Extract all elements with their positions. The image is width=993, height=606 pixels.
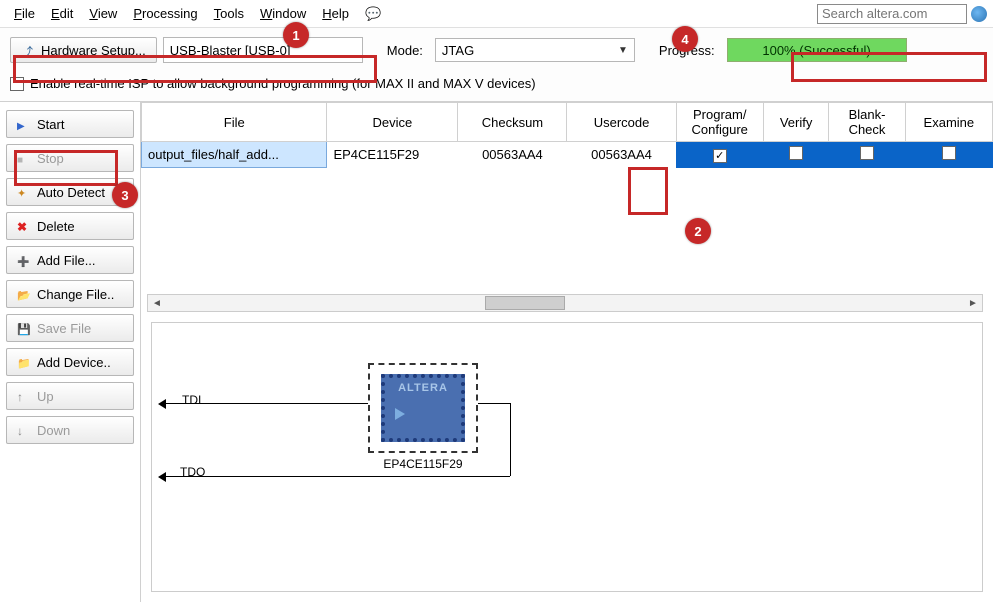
- tdo-arrow-icon: [158, 472, 166, 482]
- menu-help[interactable]: Help: [314, 3, 357, 24]
- cell-checksum: 00563AA4: [458, 142, 567, 168]
- change-file-label: Change File..: [37, 287, 114, 302]
- scroll-left-icon[interactable]: ◄: [148, 298, 166, 309]
- chevron-down-icon: ▼: [618, 45, 628, 56]
- add-device-label: Add Device..: [37, 355, 111, 370]
- hardware-setup-button[interactable]: Hardware Setup...: [10, 37, 157, 63]
- device-grid: File Device Checksum Usercode Program/ C…: [141, 102, 993, 168]
- up-label: Up: [37, 389, 54, 404]
- tdi-label: TDI: [182, 393, 201, 407]
- main-area: Start Stop Auto Detect Delete Add File..…: [0, 102, 993, 602]
- add-file-icon: [17, 253, 31, 267]
- stop-icon: [17, 151, 31, 165]
- autodetect-icon: [17, 185, 31, 199]
- right-pane: File Device Checksum Usercode Program/ C…: [140, 102, 993, 602]
- realtime-isp-row: Enable real-time ISP to allow background…: [0, 72, 993, 102]
- table-row[interactable]: output_files/half_add... EP4CE115F29 005…: [142, 142, 993, 168]
- jtag-chain-view: TDI TDO ALTERA EP4CE115F29: [151, 322, 983, 592]
- delete-button[interactable]: Delete: [6, 212, 134, 240]
- cell-examine[interactable]: [905, 142, 992, 168]
- programmer-toolbar: Hardware Setup... USB-Blaster [USB-0] Mo…: [0, 28, 993, 72]
- save-file-button[interactable]: Save File: [6, 314, 134, 342]
- mode-dropdown[interactable]: JTAG ▼: [435, 38, 635, 62]
- help-icon[interactable]: 💬: [357, 3, 389, 25]
- mode-label: Mode:: [387, 43, 423, 58]
- up-button[interactable]: Up: [6, 382, 134, 410]
- mode-value: JTAG: [442, 43, 474, 58]
- realtime-isp-label: Enable real-time ISP to allow background…: [30, 76, 536, 91]
- cell-program[interactable]: [676, 142, 763, 168]
- chip-brand: ALTERA: [385, 382, 461, 394]
- col-checksum[interactable]: Checksum: [458, 103, 567, 142]
- delete-icon: [17, 219, 31, 233]
- scroll-track[interactable]: [166, 295, 964, 311]
- globe-icon[interactable]: [971, 6, 987, 22]
- grid-header-row: File Device Checksum Usercode Program/ C…: [142, 103, 993, 142]
- col-verify[interactable]: Verify: [763, 103, 828, 142]
- tdi-arrow-icon: [158, 399, 166, 409]
- col-blank[interactable]: Blank- Check: [829, 103, 905, 142]
- add-file-label: Add File...: [37, 253, 96, 268]
- hardware-value-text: USB-Blaster [USB-0]: [170, 43, 291, 58]
- hardware-value-field[interactable]: USB-Blaster [USB-0]: [163, 37, 363, 63]
- menu-bar: File Edit View Processing Tools Window H…: [0, 0, 993, 28]
- menu-view[interactable]: View: [81, 3, 125, 24]
- auto-detect-label: Auto Detect: [37, 185, 105, 200]
- blank-checkbox[interactable]: [860, 146, 874, 160]
- col-usercode[interactable]: Usercode: [567, 103, 676, 142]
- menu-tools[interactable]: Tools: [206, 3, 252, 24]
- col-file[interactable]: File: [142, 103, 327, 142]
- col-program[interactable]: Program/ Configure: [676, 103, 763, 142]
- program-checkbox[interactable]: [713, 149, 727, 163]
- start-button[interactable]: Start: [6, 110, 134, 138]
- down-label: Down: [37, 423, 70, 438]
- add-device-button[interactable]: Add Device..: [6, 348, 134, 376]
- verify-checkbox[interactable]: [789, 146, 803, 160]
- cell-blank[interactable]: [829, 142, 905, 168]
- change-file-button[interactable]: Change File..: [6, 280, 134, 308]
- up-icon: [17, 389, 31, 403]
- menu-file[interactable]: File: [6, 3, 43, 24]
- progress-text: 100% (Successful): [762, 43, 870, 58]
- change-file-icon: [17, 287, 31, 301]
- progress-label: Progress:: [659, 43, 715, 58]
- chip-triangle-icon: [395, 408, 405, 420]
- horizontal-scrollbar[interactable]: ◄ ►: [147, 294, 983, 312]
- menu-window[interactable]: Window: [252, 3, 314, 24]
- cell-verify[interactable]: [763, 142, 828, 168]
- scroll-right-icon[interactable]: ►: [964, 298, 982, 309]
- start-label: Start: [37, 117, 64, 132]
- cell-device: EP4CE115F29: [327, 142, 458, 168]
- save-file-icon: [17, 321, 31, 335]
- add-file-button[interactable]: Add File...: [6, 246, 134, 274]
- play-icon: [17, 117, 31, 131]
- stop-button[interactable]: Stop: [6, 144, 134, 172]
- cell-usercode: 00563AA4: [567, 142, 676, 168]
- col-device[interactable]: Device: [327, 103, 458, 142]
- chip-device-label: EP4CE115F29: [368, 457, 478, 471]
- down-button[interactable]: Down: [6, 416, 134, 444]
- side-button-panel: Start Stop Auto Detect Delete Add File..…: [0, 102, 140, 602]
- examine-checkbox[interactable]: [942, 146, 956, 160]
- hardware-setup-label: Hardware Setup...: [41, 43, 146, 58]
- realtime-isp-checkbox[interactable]: [10, 77, 24, 91]
- hardware-icon: [21, 43, 35, 57]
- stop-label: Stop: [37, 151, 64, 166]
- progress-indicator: 100% (Successful): [727, 38, 907, 62]
- chip-device[interactable]: ALTERA EP4CE115F29: [368, 363, 478, 471]
- search-input[interactable]: [817, 4, 967, 24]
- col-examine[interactable]: Examine: [905, 103, 992, 142]
- cell-file[interactable]: output_files/half_add...: [142, 142, 327, 168]
- menu-edit[interactable]: Edit: [43, 3, 81, 24]
- delete-label: Delete: [37, 219, 75, 234]
- add-device-icon: [17, 355, 31, 369]
- down-icon: [17, 423, 31, 437]
- scroll-thumb[interactable]: [485, 296, 565, 310]
- auto-detect-button[interactable]: Auto Detect: [6, 178, 134, 206]
- menu-processing[interactable]: Processing: [125, 3, 205, 24]
- save-file-label: Save File: [37, 321, 91, 336]
